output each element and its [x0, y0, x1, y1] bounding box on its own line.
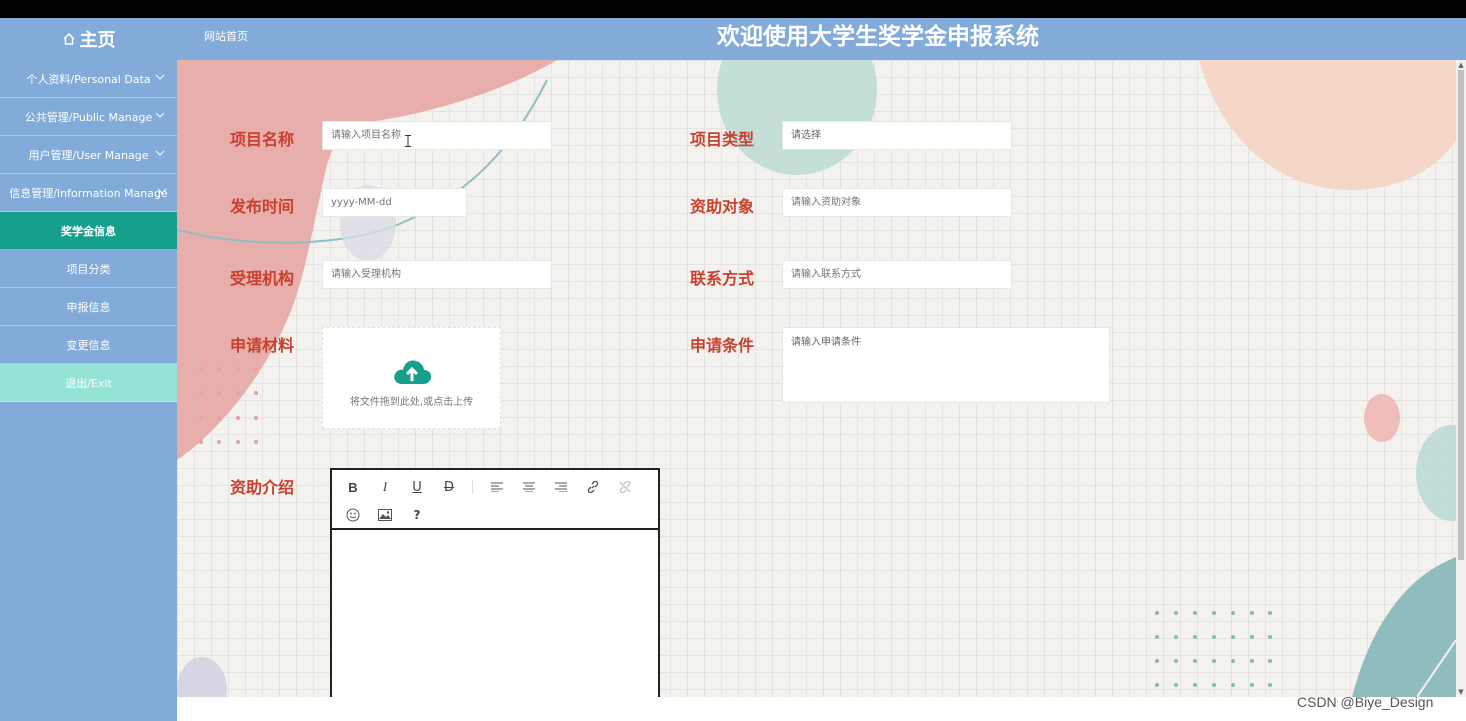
- system-title: 欢迎使用大学生奖学金申报系统: [717, 24, 1039, 50]
- scrollbar-thumb[interactable]: [1458, 70, 1464, 560]
- project-type-select[interactable]: 请选择: [782, 121, 1012, 150]
- home-icon: [62, 32, 75, 45]
- cloud-upload-icon: [393, 360, 431, 384]
- site-home-link[interactable]: 网站首页: [204, 18, 248, 60]
- editor-toolbar: B I U D ?: [332, 470, 658, 530]
- sidebar-item-information-manage[interactable]: 信息管理/Information Manage: [0, 174, 177, 212]
- scroll-up-icon[interactable]: ▲: [1456, 60, 1466, 70]
- main-content: 项目名称 项目类型 请选择 发布时间 资助对象 受理机构 联系方式 申请材料 将…: [177, 60, 1456, 697]
- chevron-down-icon: [155, 150, 165, 156]
- italic-icon[interactable]: I: [373, 475, 397, 499]
- bold-icon[interactable]: B: [341, 475, 365, 499]
- text-cursor-icon: [405, 135, 411, 147]
- sidebar-item-public-manage[interactable]: 公共管理/Public Manage: [0, 98, 177, 136]
- sidebar-item-user-manage[interactable]: 用户管理/User Manage: [0, 136, 177, 174]
- intro-label: 资助介绍: [230, 478, 295, 497]
- header: 主页 网站首页 欢迎使用大学生奖学金申报系统: [0, 18, 1466, 60]
- file-upload-dropzone[interactable]: 将文件拖到此处,或点击上传: [322, 327, 501, 429]
- align-right-icon[interactable]: [549, 475, 573, 499]
- help-icon[interactable]: ?: [405, 503, 429, 527]
- home-label: 主页: [79, 30, 116, 51]
- rich-text-editor[interactable]: B I U D ?: [330, 468, 660, 697]
- contact-input[interactable]: [782, 260, 1012, 289]
- chevron-down-icon: [155, 74, 165, 80]
- align-center-icon[interactable]: [517, 475, 541, 499]
- conditions-label: 申请条件: [690, 336, 755, 355]
- project-name-label: 项目名称: [230, 130, 295, 149]
- agency-input[interactable]: [322, 260, 552, 289]
- image-icon[interactable]: [373, 503, 397, 527]
- toolbar-separator: [472, 480, 473, 494]
- sidebar-item-change-info[interactable]: 变更信息: [0, 326, 177, 364]
- scroll-down-icon[interactable]: ▼: [1456, 687, 1466, 697]
- vertical-scrollbar[interactable]: ▲ ▼: [1456, 60, 1466, 697]
- sidebar-item-personal-data[interactable]: 个人资料/Personal Data: [0, 60, 177, 98]
- sidebar-item-label: 信息管理/Information Manage: [9, 186, 168, 200]
- funding-target-label: 资助对象: [690, 197, 755, 216]
- watermark: CSDN @Biye_Design: [1297, 694, 1434, 710]
- link-icon[interactable]: [581, 475, 605, 499]
- bottom-strip: [177, 697, 1466, 721]
- upload-hint-text: 将文件拖到此处,或点击上传: [349, 397, 474, 408]
- project-type-label: 项目类型: [690, 130, 755, 149]
- funding-target-input[interactable]: [782, 188, 1012, 217]
- publish-time-date-input[interactable]: [322, 188, 467, 217]
- home-link[interactable]: 主页: [0, 18, 177, 60]
- contact-label: 联系方式: [690, 269, 755, 288]
- materials-label: 申请材料: [230, 336, 295, 355]
- chevron-down-icon: [155, 112, 165, 118]
- sidebar-item-label: 公共管理/Public Manage: [24, 110, 153, 124]
- agency-label: 受理机构: [230, 269, 295, 288]
- sidebar-item-scholarship-info[interactable]: 奖学金信息: [0, 212, 177, 250]
- window-top-bar: [0, 0, 1466, 18]
- emoji-icon[interactable]: [341, 503, 365, 527]
- sidebar: 个人资料/Personal Data 公共管理/Public Manage 用户…: [0, 60, 177, 721]
- unlink-icon[interactable]: [613, 475, 637, 499]
- strikethrough-icon[interactable]: D: [437, 475, 461, 499]
- chevron-down-icon: [157, 188, 167, 194]
- sidebar-item-project-category[interactable]: 项目分类: [0, 250, 177, 288]
- sidebar-item-exit[interactable]: 退出/Exit: [0, 364, 177, 402]
- sidebar-item-label: 个人资料/Personal Data: [26, 72, 151, 86]
- publish-time-label: 发布时间: [230, 197, 295, 216]
- underline-icon[interactable]: U: [405, 475, 429, 499]
- sidebar-item-label: 用户管理/User Manage: [28, 148, 149, 162]
- sidebar-item-application-info[interactable]: 申报信息: [0, 288, 177, 326]
- project-name-input[interactable]: [322, 121, 552, 150]
- align-left-icon[interactable]: [485, 475, 509, 499]
- conditions-textarea[interactable]: 请输入申请条件: [782, 327, 1110, 403]
